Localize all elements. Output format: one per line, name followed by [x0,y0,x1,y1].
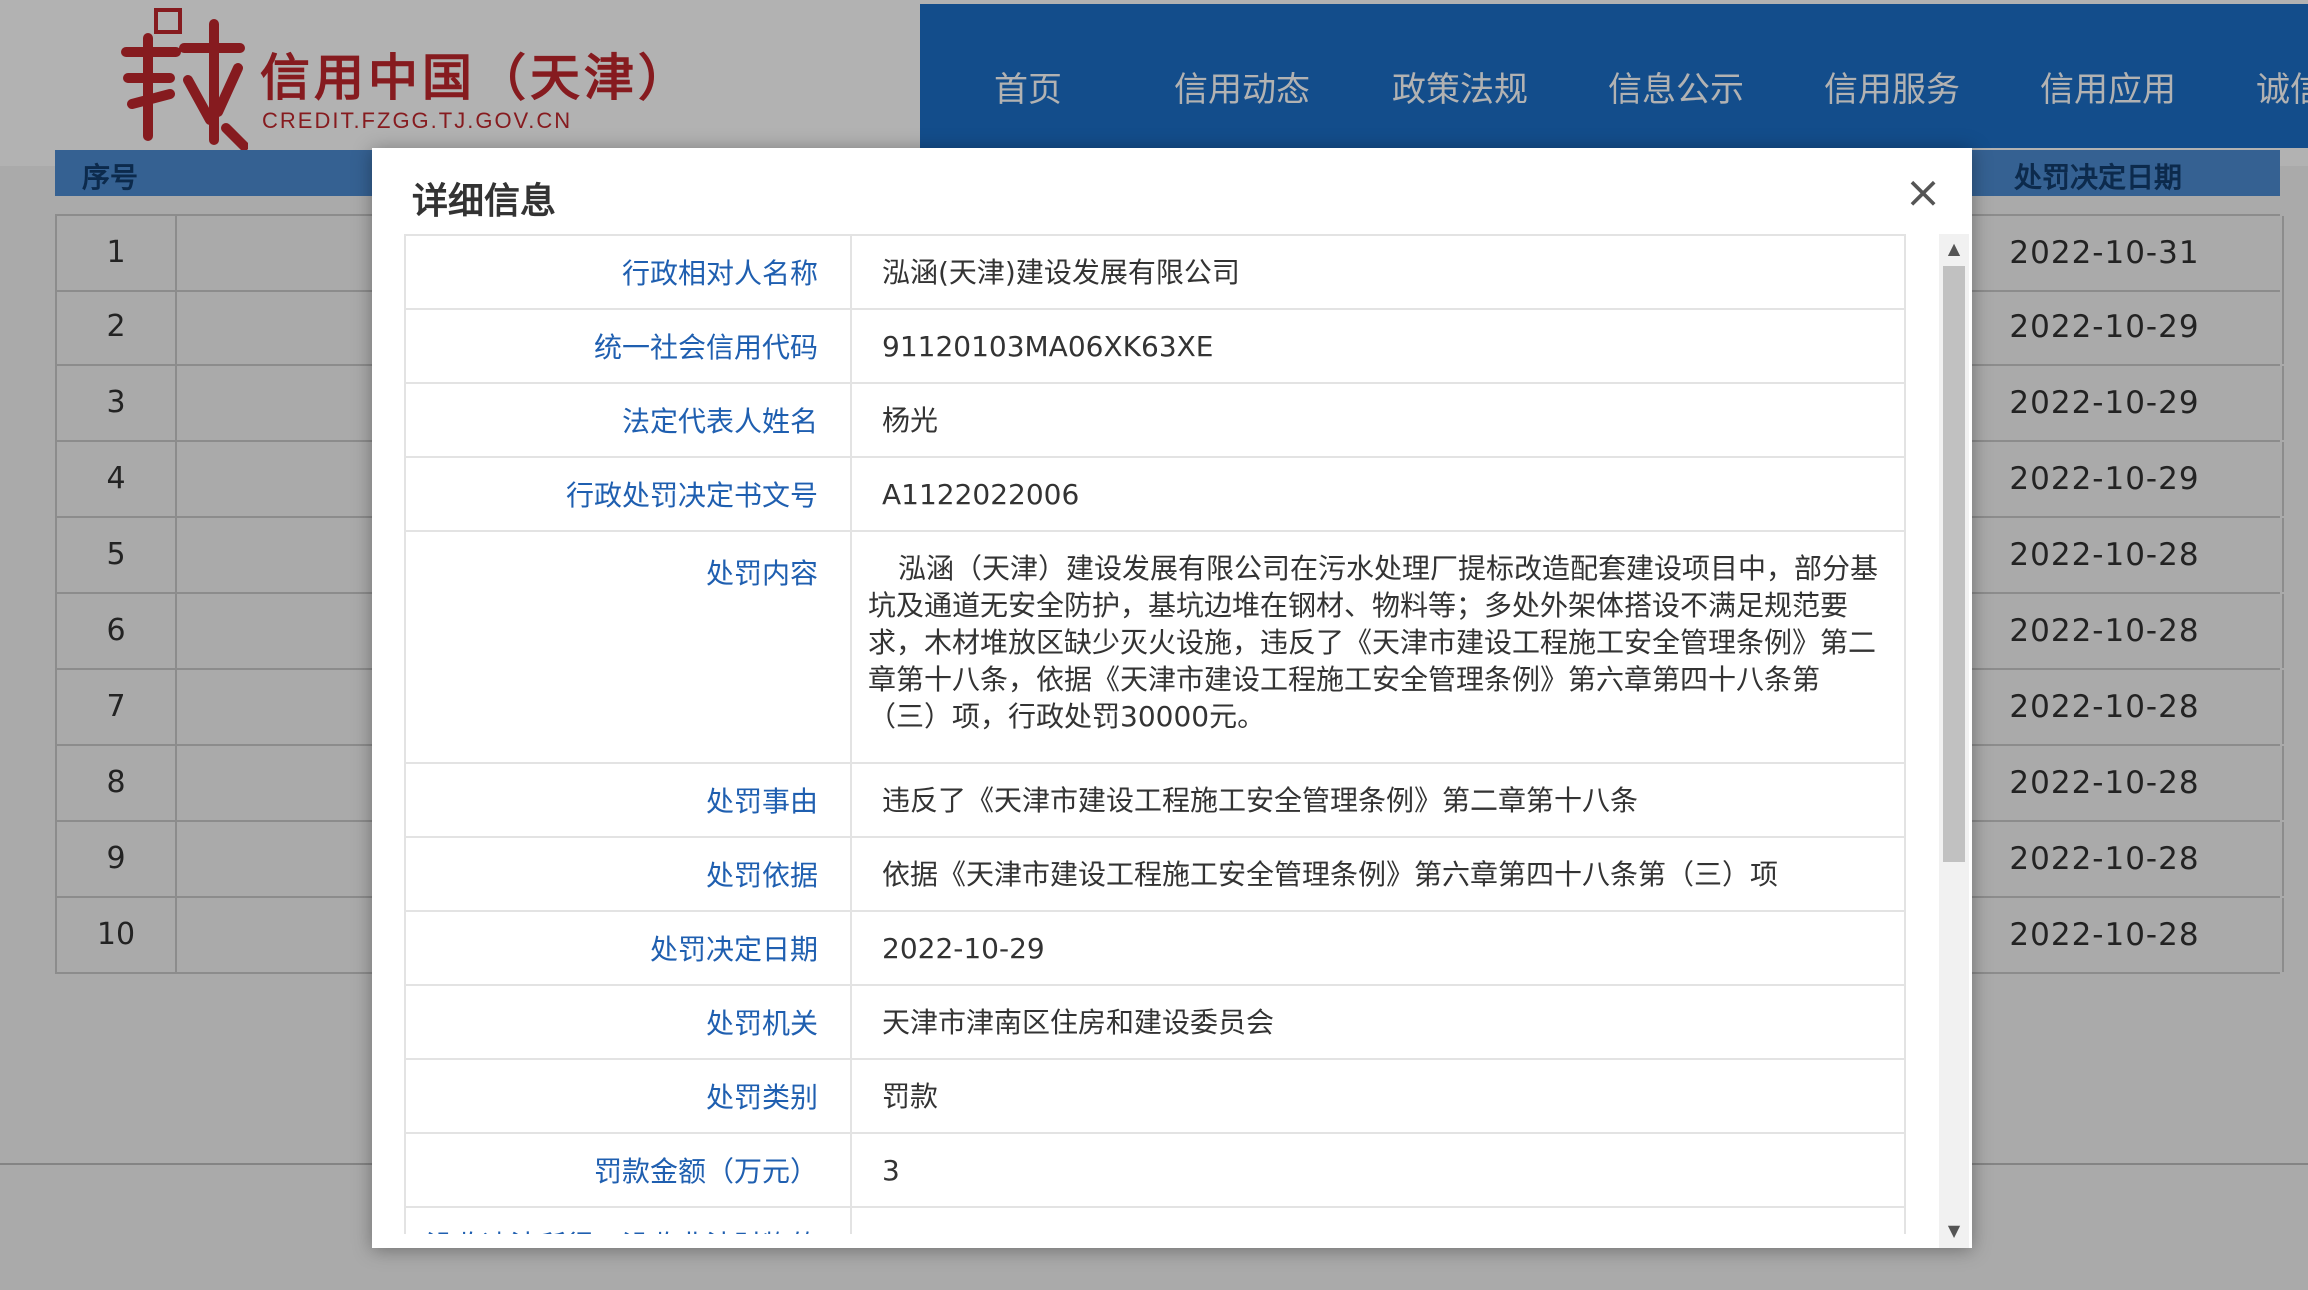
field-value: 杨光 [850,382,1906,458]
detail-modal: 详细信息 × 行政相对人名称 泓涵(天津)建设发展有限公司 统一社会信用代码 9… [372,148,1972,1248]
field-label: 处罚类别 [404,1058,852,1134]
field-value: 3 [850,1132,1906,1208]
field-label: 处罚机关 [404,984,852,1060]
field-label: 行政相对人名称 [404,234,852,310]
field-value: 违反了《天津市建设工程施工安全管理条例》第二章第十八条 [850,762,1906,838]
detail-row: 处罚内容 泓涵（天津）建设发展有限公司在污水处理厂提标改造配套建设项目中，部分基… [404,530,1906,764]
detail-row: 没收违法所得、没收非法财物的 [404,1206,1906,1234]
detail-row: 法定代表人姓名 杨光 [404,382,1906,458]
scroll-up-arrow-icon[interactable]: ▲ [1939,234,1969,264]
detail-row: 处罚决定日期 2022-10-29 [404,910,1906,986]
field-value: 泓涵(天津)建设发展有限公司 [850,234,1906,310]
field-label: 法定代表人姓名 [404,382,852,458]
scrollbar-thumb[interactable] [1943,266,1965,862]
field-value: 天津市津南区住房和建设委员会 [850,984,1906,1060]
field-label: 处罚依据 [404,836,852,912]
modal-title: 详细信息 [412,181,557,222]
detail-row: 行政处罚决定书文号 A1122022006 [404,456,1906,532]
field-value: A1122022006 [850,456,1906,532]
detail-row: 处罚依据 依据《天津市建设工程施工安全管理条例》第六章第四十八条第（三）项 [404,836,1906,912]
field-label: 行政处罚决定书文号 [404,456,852,532]
field-label: 罚款金额（万元） [404,1132,852,1208]
field-value [850,1206,1906,1234]
detail-row: 行政相对人名称 泓涵(天津)建设发展有限公司 [404,234,1906,310]
field-label: 没收违法所得、没收非法财物的 [404,1206,852,1234]
detail-row: 处罚机关 天津市津南区住房和建设委员会 [404,984,1906,1060]
field-label: 处罚事由 [404,762,852,838]
modal-scrollbar[interactable]: ▲ ▼ [1939,234,1969,1248]
field-value: 依据《天津市建设工程施工安全管理条例》第六章第四十八条第（三）项 [850,836,1906,912]
detail-row: 处罚事由 违反了《天津市建设工程施工安全管理条例》第二章第十八条 [404,762,1906,838]
modal-body[interactable]: 行政相对人名称 泓涵(天津)建设发展有限公司 统一社会信用代码 91120103… [404,234,1924,1234]
detail-row: 处罚类别 罚款 [404,1058,1906,1134]
detail-row: 罚款金额（万元） 3 [404,1132,1906,1208]
field-label: 统一社会信用代码 [404,308,852,384]
field-value: 91120103MA06XK63XE [850,308,1906,384]
field-label: 处罚内容 [404,530,852,764]
detail-row: 统一社会信用代码 91120103MA06XK63XE [404,308,1906,384]
close-icon[interactable]: × [1900,170,1946,216]
field-value: 泓涵（天津）建设发展有限公司在污水处理厂提标改造配套建设项目中，部分基坑及通道无… [850,530,1906,764]
detail-table: 行政相对人名称 泓涵(天津)建设发展有限公司 统一社会信用代码 91120103… [404,234,1906,1234]
field-label: 处罚决定日期 [404,910,852,986]
field-value: 2022-10-29 [850,910,1906,986]
scroll-down-arrow-icon[interactable]: ▼ [1939,1216,1969,1246]
field-value: 罚款 [850,1058,1906,1134]
